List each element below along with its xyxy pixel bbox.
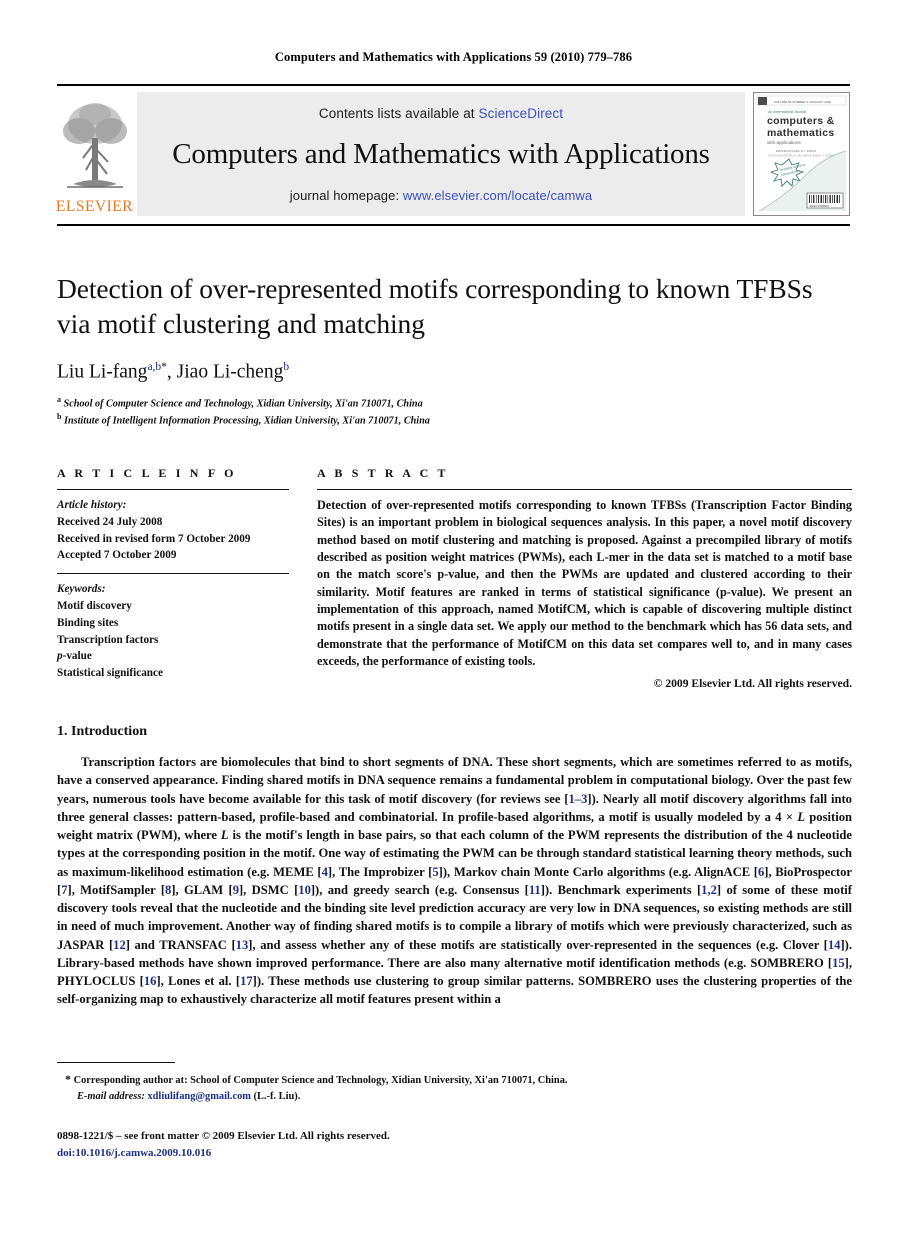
paragraph-text: ]). Benchmark experiments [ [540,882,702,897]
abstract-text: Detection of over-represented motifs cor… [317,498,852,668]
article-history-item: Received 24 July 2008 [57,515,163,528]
abstract-column: A B S T R A C T Detection of over-repres… [317,466,852,690]
issn-front-matter: 0898-1221/$ – see front matter © 2009 El… [57,1130,390,1142]
page-title: Detection of over-represented motifs cor… [57,273,813,339]
author-separator: , [166,361,177,383]
paragraph-text: ], GLAM [ [171,882,233,897]
elsevier-logo: ELSEVIER [55,92,134,216]
running-head: Computers and Mathematics with Applicati… [274,50,633,64]
homepage-line: journal homepage: www.elsevier.com/locat… [290,188,592,203]
affiliation-1-text: School of Computer Science and Technolog… [63,398,423,410]
journal-banner: ELSEVIER Contents lists available at Sci… [55,84,850,226]
banner-bottom-rule [57,224,850,226]
author-2-affiliation-marker: b [283,361,290,374]
sciencedirect-link[interactable]: ScienceDirect [479,106,564,121]
svg-text:EDITOR-IN-CHIEF: E.Y. RODIN: EDITOR-IN-CHIEF: E.Y. RODIN [776,149,816,153]
contents-prefix: Contents lists available at [318,106,479,121]
journal-cover-thumbnail: VOLUME 59 NUMBER 2 JANUARY 2010 An Inter… [753,92,850,216]
affiliation-2-text: Institute of Intelligent Information Pro… [64,415,430,427]
paragraph-text: ] and TRANSFAC [ [125,937,236,952]
email-label: E-mail address: [77,1090,145,1102]
journal-cover-image: VOLUME 59 NUMBER 2 JANUARY 2010 An Inter… [754,93,849,215]
author-1-name: Liu Li-fang [57,361,148,383]
article-info-column: A R T I C L E I N F O Article history: R… [57,466,289,690]
banner-center: Contents lists available at ScienceDirec… [137,92,745,216]
keywords-label: Keywords: [57,583,106,596]
math-variable: L [220,828,229,842]
keyword-item: Binding sites [57,616,119,629]
email-suffix: (L.-f. Liu). [250,1090,301,1102]
citation-ref[interactable]: 12 [113,938,126,952]
citation-ref[interactable]: 17 [240,974,253,988]
title-block: Detection of over-represented motifs cor… [57,272,852,429]
author-list: Liu Li-fanga,b*, Jiao Li-chengb [57,361,852,384]
corresponding-author-note: * Corresponding author at: School of Com… [57,1070,852,1089]
doi-link[interactable]: doi:10.1016/j.camwa.2009.10.016 [57,1145,852,1162]
contents-line: Contents lists available at ScienceDirec… [319,106,563,121]
paragraph-text: ], and assess whether any of these motif… [248,937,828,952]
homepage-prefix: journal homepage: [289,187,403,203]
banner-top-rule [57,84,850,86]
footnote-area: * Corresponding author at: School of Com… [57,1062,852,1104]
svg-text:with applications: with applications [767,140,801,145]
corresponding-author-text: Corresponding author at: School of Compu… [71,1075,568,1086]
affiliation-1: a School of Computer Science and Technol… [57,394,852,412]
keyword-item: Motif discovery [57,599,132,612]
citation-ref[interactable]: 13 [236,938,249,952]
citation-ref[interactable]: 1,2 [701,883,717,897]
abstract-rule-top [317,489,852,490]
svg-text:ASSOCIATE EDITORS: R. BELLMAN,: ASSOCIATE EDITORS: R. BELLMAN, B. NOBLE,… [768,155,836,158]
abstract-copyright: © 2009 Elsevier Ltd. All rights reserved… [653,677,852,691]
keyword-item-p: p [57,650,63,663]
paragraph-text: ], MotifSampler [ [67,882,166,897]
author-2-name: Jiao Li-cheng [176,361,284,383]
email-note: E-mail address: xdliulifang@gmail.com (L… [57,1089,852,1105]
article-history-label: Article history: [57,499,127,511]
imprint-block: 0898-1221/$ – see front matter © 2009 El… [57,1128,852,1162]
citation-ref[interactable]: 14 [828,938,841,952]
citation-ref[interactable]: 11 [529,883,541,897]
introduction-section: 1. Introduction Transcription factors ar… [57,724,852,1009]
journal-homepage-link[interactable]: www.elsevier.com/locate/camwa [403,188,592,203]
journal-title: Computers and Mathematics with Applicati… [172,137,710,170]
affiliation-1-marker: a [57,394,61,404]
affiliation-2: b Institute of Intelligent Information P… [57,411,852,429]
math-variable: L [797,809,806,824]
citation-ref[interactable]: 10 [298,883,311,897]
svg-text:mathematics: mathematics [767,127,835,139]
elsevier-tree-icon [62,102,127,188]
introduction-paragraph: Transcription factors are biomolecules t… [57,753,852,1009]
paragraph-text: ], DSMC [ [238,882,299,897]
abstract-heading: A B S T R A C T [317,466,449,480]
author-1-affiliation-marker: a,b [147,361,162,374]
paper-page: Computers and Mathematics with Applicati… [0,0,907,1238]
affiliation-2-marker: b [57,412,62,422]
keyword-item: Transcription factors [57,633,159,646]
citation-ref[interactable]: 15 [832,956,845,970]
svg-text:VOLUME 59 NUMBER 2 JANUARY 2: VOLUME 59 NUMBER 2 JANUARY 2010 [774,100,831,104]
citation-ref[interactable]: 16 [144,974,157,988]
article-info-heading: A R T I C L E I N F O [57,466,237,480]
keyword-item: p-value [57,650,92,663]
article-history-item: Received in revised form 7 October 2009 [57,532,251,545]
email-link[interactable]: xdliulifang@gmail.com [147,1091,250,1102]
svg-text:An International Journal: An International Journal [767,110,806,114]
section-heading-introduction: 1. Introduction [57,724,147,739]
paragraph-text: ]), and greedy search (e.g. Consensus [ [310,882,529,897]
elsevier-wordmark: ELSEVIER [55,197,134,215]
footnote-rule [57,1062,175,1063]
info-abstract-columns: A R T I C L E I N F O Article history: R… [57,466,852,690]
article-info-rule-top [57,489,289,490]
svg-text:computers &: computers & [767,115,835,127]
paragraph-text: ], Lones et al. [ [156,974,241,988]
article-info-rule-mid [57,573,289,575]
article-history-item: Accepted 7 October 2009 [57,549,177,562]
paragraph-text: ], The Improbizer [ [327,864,433,879]
keyword-item: Statistical significance [57,667,163,680]
citation-ref[interactable]: 1–3 [569,792,588,806]
svg-text:ELECTRONIC: ELECTRONIC [810,204,830,208]
column-gap [289,466,317,690]
paragraph-text: ]), Markov chain Monte Carlo algorithms … [438,864,758,879]
